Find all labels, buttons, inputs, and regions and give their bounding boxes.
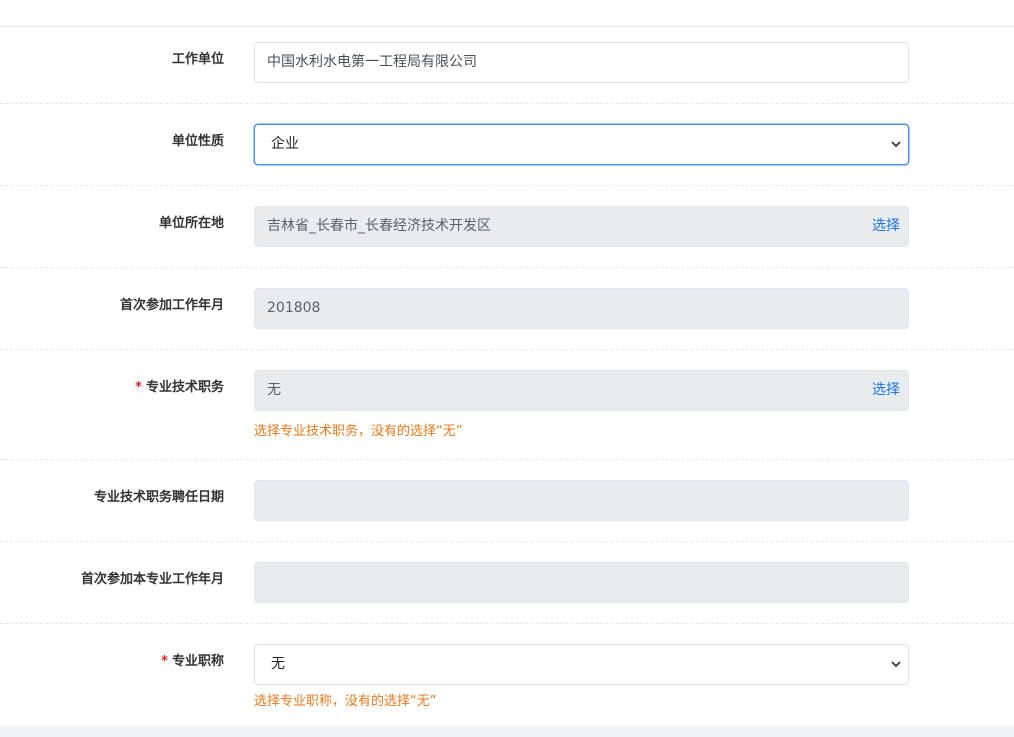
form-row-professional-duty: * 专业技术职务 无 选择 选择专业技术职务，没有的选择“无” bbox=[0, 350, 1014, 460]
professional-duty-value: 无 bbox=[267, 382, 281, 398]
professional-title-select[interactable]: 无 bbox=[254, 644, 909, 685]
duty-appoint-date-field bbox=[254, 480, 909, 521]
work-unit-label: 工作单位 bbox=[171, 52, 224, 67]
chevron-down-icon bbox=[890, 645, 902, 684]
form-row-duty-appoint-date: 专业技术职务聘任日期 bbox=[0, 460, 1014, 542]
professional-title-label: * 专业职称 bbox=[161, 653, 224, 671]
form-row-work-unit: 工作单位 中国水利水电第一工程局有限公司 bbox=[0, 27, 1014, 104]
bottom-gray-band bbox=[0, 726, 1014, 737]
professional-duty-label-text: 专业技术职务 bbox=[145, 380, 224, 395]
first-professional-work-month-label: 首次参加本专业工作年月 bbox=[80, 572, 224, 587]
professional-duty-field: 无 选择 bbox=[254, 370, 909, 411]
first-work-month-label: 首次参加工作年月 bbox=[119, 298, 224, 313]
unit-location-field: 吉林省_长春市_长春经济技术开发区 选择 bbox=[254, 206, 909, 247]
unit-nature-selected: 企业 bbox=[271, 136, 299, 152]
first-work-month-field: 201808 bbox=[254, 288, 909, 329]
unit-location-value: 吉林省_长春市_长春经济技术开发区 bbox=[267, 218, 491, 234]
form-row-first-work-month: 首次参加工作年月 201808 bbox=[0, 268, 1014, 350]
required-mark: * bbox=[161, 654, 168, 669]
unit-location-select-link[interactable]: 选择 bbox=[872, 207, 900, 246]
professional-title-label-text: 专业职称 bbox=[171, 654, 224, 669]
duty-appoint-date-label: 专业技术职务聘任日期 bbox=[93, 490, 224, 505]
professional-duty-label: * 专业技术职务 bbox=[135, 379, 224, 397]
work-unit-value: 中国水利水电第一工程局有限公司 bbox=[267, 54, 477, 70]
chevron-down-icon bbox=[890, 125, 902, 164]
required-mark: * bbox=[135, 380, 142, 395]
unit-location-label: 单位所在地 bbox=[158, 216, 224, 231]
form-row-unit-location: 单位所在地 吉林省_长春市_长春经济技术开发区 选择 bbox=[0, 186, 1014, 268]
professional-title-hint: 选择专业职称，没有的选择“无” bbox=[254, 694, 437, 709]
first-work-month-value: 201808 bbox=[267, 300, 321, 316]
form-row-first-professional-work-month: 首次参加本专业工作年月 bbox=[0, 542, 1014, 624]
professional-title-selected: 无 bbox=[271, 656, 285, 672]
professional-duty-hint: 选择专业技术职务，没有的选择“无” bbox=[254, 424, 463, 439]
first-professional-work-month-field bbox=[254, 562, 909, 603]
unit-nature-select[interactable]: 企业 bbox=[254, 124, 909, 165]
unit-nature-label: 单位性质 bbox=[171, 134, 224, 149]
form-row-professional-title: * 专业职称 无 选择专业职称，没有的选择“无” bbox=[0, 624, 1014, 726]
professional-duty-select-link[interactable]: 选择 bbox=[872, 371, 900, 410]
work-unit-input[interactable]: 中国水利水电第一工程局有限公司 bbox=[254, 42, 909, 83]
form-page: 工作单位 中国水利水电第一工程局有限公司 单位性质 企业 单位所在地 吉林省_长… bbox=[0, 0, 1014, 737]
form-row-unit-nature: 单位性质 企业 bbox=[0, 104, 1014, 186]
